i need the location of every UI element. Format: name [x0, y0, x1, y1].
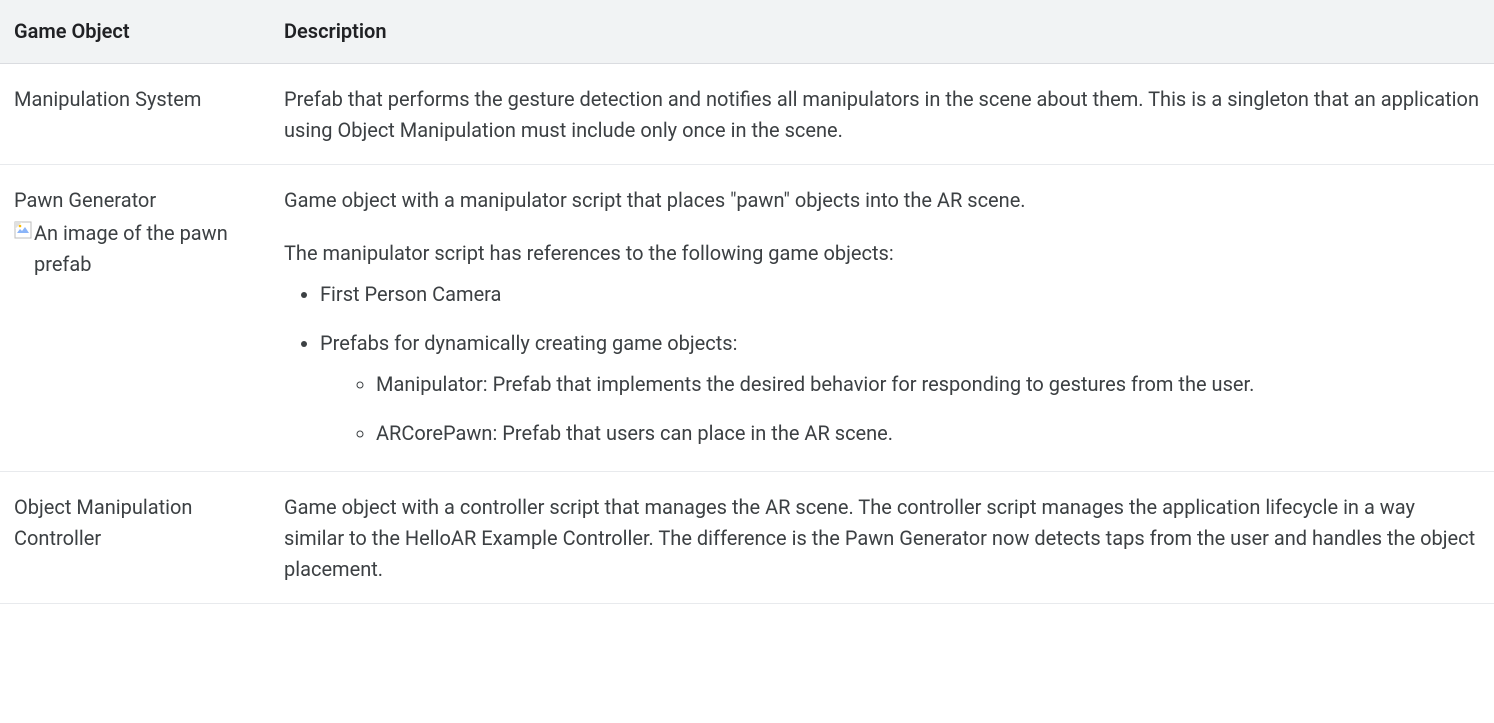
cell-name: Pawn Generator An image of the pawn pref… [0, 165, 270, 472]
broken-image-placeholder: An image of the pawn prefab [14, 218, 256, 280]
broken-image-icon [14, 221, 32, 239]
cell-name: Manipulation System [0, 64, 270, 165]
list-item: ARCorePawn: Prefab that users can place … [376, 418, 1480, 449]
header-description: Description [270, 0, 1494, 64]
cell-description: Game object with a controller script tha… [270, 472, 1494, 604]
list-item-label: Prefabs for dynamically creating game ob… [320, 331, 737, 355]
cell-description: Game object with a manipulator script th… [270, 165, 1494, 472]
desc-intro: Game object with a manipulator script th… [284, 185, 1480, 216]
table-row: Object Manipulation Controller Game obje… [0, 472, 1494, 604]
cell-name: Object Manipulation Controller [0, 472, 270, 604]
nested-list: Manipulator: Prefab that implements the … [320, 369, 1480, 449]
cell-description: Prefab that performs the gesture detecti… [270, 64, 1494, 165]
reference-list: First Person Camera Prefabs for dynamica… [284, 279, 1480, 449]
broken-image-alt: An image of the pawn prefab [34, 218, 256, 280]
list-item: First Person Camera [320, 279, 1480, 310]
game-object-table: Game Object Description Manipulation Sys… [0, 0, 1494, 604]
table-row: Manipulation System Prefab that performs… [0, 64, 1494, 165]
table-row: Pawn Generator An image of the pawn pref… [0, 165, 1494, 472]
list-item: Manipulator: Prefab that implements the … [376, 369, 1480, 400]
row-title: Pawn Generator [14, 185, 256, 216]
header-game-object: Game Object [0, 0, 270, 64]
list-item: Prefabs for dynamically creating game ob… [320, 328, 1480, 449]
desc-subhead: The manipulator script has references to… [284, 238, 1480, 269]
